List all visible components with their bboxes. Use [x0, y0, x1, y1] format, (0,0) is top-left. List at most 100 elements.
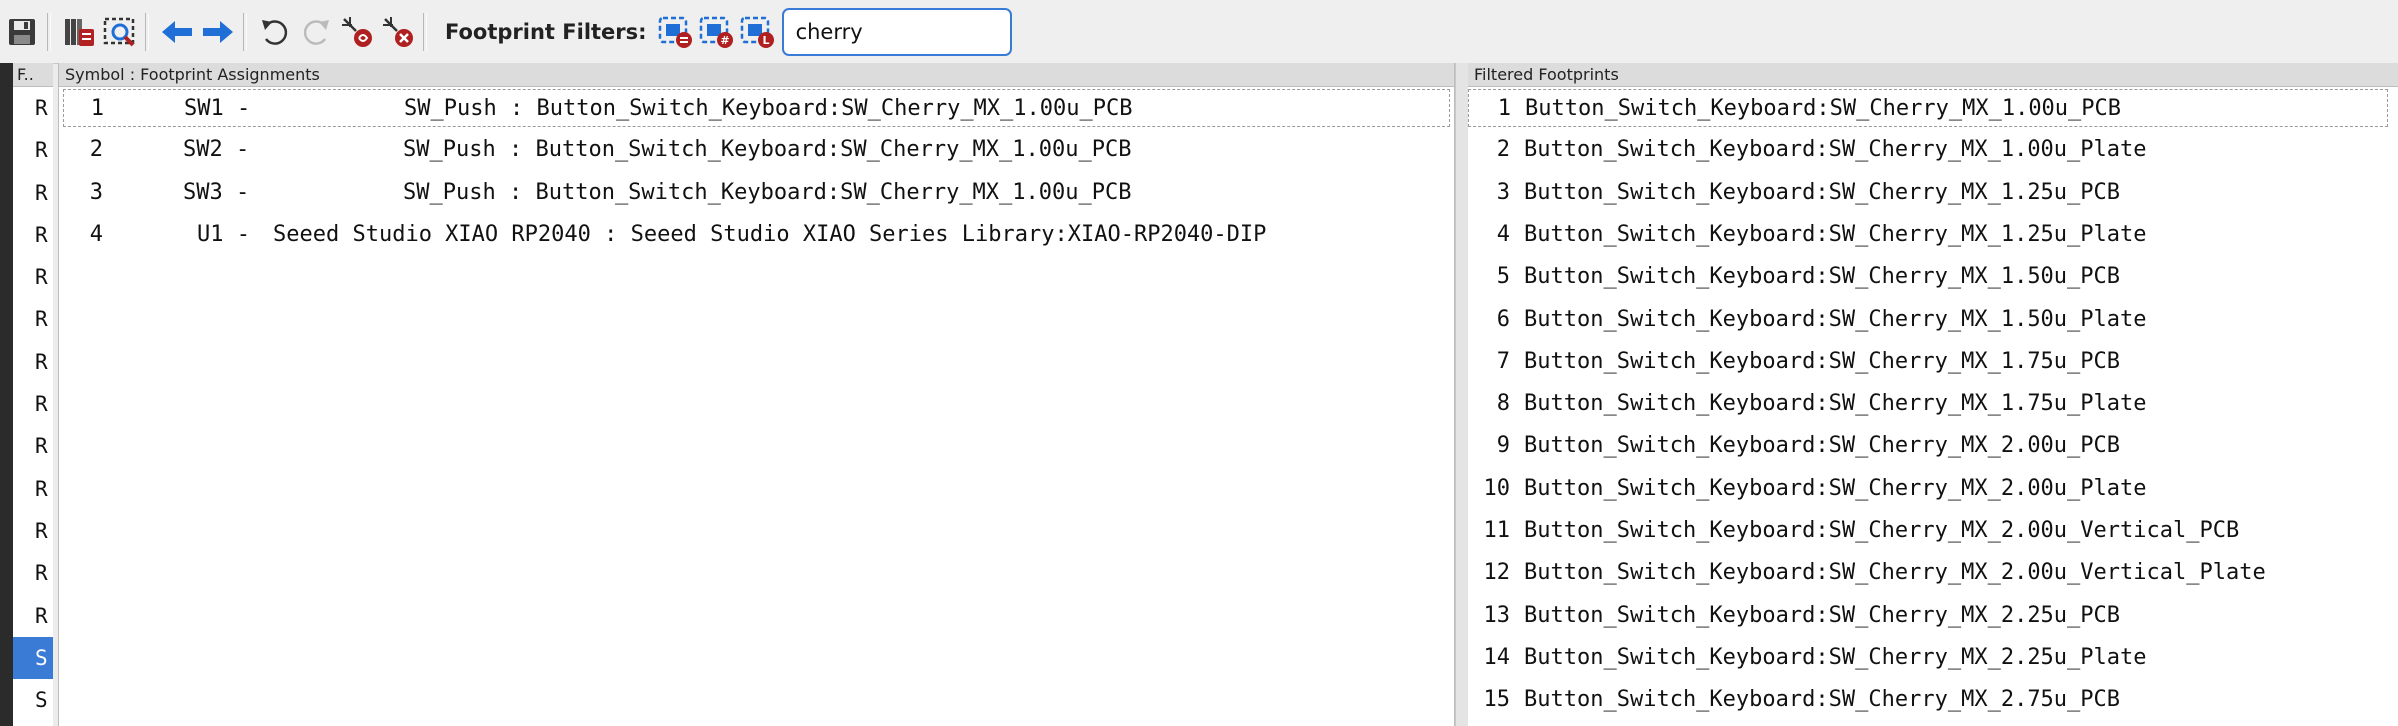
main-toolbar: Footprint Filters: # L — [0, 0, 2398, 64]
filtered-footprint-row[interactable]: 3 Button_Switch_Keyboard:SW_Cherry_MX_1.2… — [1468, 174, 2388, 212]
assignment-footprint: Button_Switch_Keyboard:SW_Cherry_MX_1.00… — [536, 96, 1133, 121]
footprint-name: Button_Switch_Keyboard:SW_Cherry_MX_2.00… — [1524, 433, 2121, 459]
libraries-header: F.. — [13, 63, 53, 87]
undo-icon[interactable] — [256, 11, 294, 53]
toolbar-separator — [243, 12, 247, 51]
assignment-row[interactable]: 3 SW3 - SW_Push : Button_Switch_Keyboard:S… — [63, 174, 1450, 212]
filtered-footprint-row[interactable]: 6 Button_Switch_Keyboard:SW_Cherry_MX_1.5… — [1468, 301, 2388, 339]
library-list-item[interactable]: R — [13, 256, 53, 298]
toolbar-separator — [423, 12, 427, 51]
footprint-number: 8 — [1496, 391, 1510, 417]
assignment-value: SW_Push — [403, 179, 496, 205]
library-list-item[interactable]: R — [13, 214, 53, 256]
library-list-item[interactable]: R — [13, 425, 53, 467]
assignment-row[interactable]: 2 SW2 - SW_Push : Button_Switch_Keyboard:S… — [63, 131, 1450, 169]
assignment-value: Seeed Studio XIAO RP2040 — [273, 221, 591, 247]
filtered-footprint-row[interactable]: 8 Button_Switch_Keyboard:SW_Cherry_MX_1.7… — [1468, 385, 2388, 423]
filtered-footprint-row[interactable]: 9 Button_Switch_Keyboard:SW_Cherry_MX_2.0… — [1468, 427, 2388, 465]
footprint-number: 3 — [1496, 179, 1510, 205]
assignment-separator: : — [495, 179, 536, 205]
filtered-footprint-row[interactable]: 14 Button_Switch_Keyboard:SW_Cherry_MX_2.… — [1468, 639, 2388, 677]
library-list-item[interactable]: R — [13, 341, 53, 383]
filtered-footprint-row[interactable]: 2 Button_Switch_Keyboard:SW_Cherry_MX_1.0… — [1468, 131, 2388, 169]
footprint-name: Button_Switch_Keyboard:SW_Cherry_MX_1.75… — [1524, 391, 2147, 417]
library-list-item[interactable]: R — [13, 552, 53, 594]
library-table-icon[interactable] — [60, 11, 98, 53]
toolbar-separator — [47, 12, 51, 51]
assignments-list[interactable]: 1 SW1 - SW_Push : Button_Switch_Keyboard:S… — [59, 87, 1454, 726]
library-list-item[interactable]: S — [13, 636, 53, 680]
library-list-item[interactable]: R — [13, 595, 53, 637]
footprint-name: Button_Switch_Keyboard:SW_Cherry_MX_2.00… — [1524, 518, 2240, 543]
footprint-number: 2 — [1496, 137, 1510, 163]
filtered-footprint-row[interactable]: 11 Button_Switch_Keyboard:SW_Cherry_MX_2.… — [1468, 512, 2388, 550]
filtered-footprint-row[interactable]: 7 Button_Switch_Keyboard:SW_Cherry_MX_1.7… — [1468, 343, 2388, 381]
library-list-item[interactable]: R — [13, 298, 53, 340]
footprint-name: Button_Switch_Keyboard:SW_Cherry_MX_2.00… — [1524, 475, 2147, 501]
library-list-item[interactable]: R — [13, 87, 53, 129]
assignment-separator: : — [495, 137, 536, 163]
library-list-item[interactable]: S — [13, 679, 53, 721]
footprint-name: Button_Switch_Keyboard:SW_Cherry_MX_1.00… — [1524, 137, 2147, 163]
save-icon[interactable] — [3, 11, 41, 53]
redo-icon[interactable] — [297, 11, 335, 53]
filtered-footprint-row[interactable]: 10 Button_Switch_Keyboard:SW_Cherry_MX_2.… — [1468, 470, 2388, 508]
footprint-name: Button_Switch_Keyboard:SW_Cherry_MX_2.75… — [1524, 687, 2121, 713]
panel-splitter[interactable] — [1455, 63, 1469, 726]
assignment-number: 2 — [89, 137, 103, 163]
svg-text:L: L — [762, 34, 769, 47]
filtered-footprint-row[interactable]: 12 Button_Switch_Keyboard:SW_Cherry_MX_2.… — [1468, 554, 2388, 592]
assignment-row[interactable]: 1 SW1 - SW_Push : Button_Switch_Keyboard:S… — [63, 89, 1450, 127]
footprint-name: Button_Switch_Keyboard:SW_Cherry_MX_2.25… — [1524, 602, 2121, 628]
assignment-reference: U1 - — [197, 221, 250, 247]
previous-arrow-icon[interactable] — [158, 11, 196, 53]
libraries-panel: F.. RRRRRRRRRRRRRSS — [13, 63, 53, 726]
footprint-number: 14 — [1483, 644, 1511, 670]
filtered-footprints-list[interactable]: 1 Button_Switch_Keyboard:SW_Cherry_MX_1.0… — [1468, 87, 2398, 726]
filter-by-pin-count-icon[interactable]: # — [697, 11, 735, 53]
library-list-item[interactable]: R — [13, 510, 53, 552]
footprint-number: 11 — [1483, 518, 1511, 543]
window-edge — [0, 63, 13, 726]
filtered-footprints-panel: Filtered Footprints 1 Button_Switch_Keybo… — [1468, 63, 2398, 726]
libraries-list[interactable]: RRRRRRRRRRRRRSS — [13, 87, 53, 726]
assignment-reference: SW3 - — [183, 179, 250, 205]
filter-by-keywords-icon[interactable] — [656, 11, 694, 53]
assignments-header: Symbol : Footprint Assignments — [59, 63, 1454, 87]
footprint-number: 15 — [1483, 687, 1511, 713]
footprint-filter-search-input[interactable] — [781, 7, 1012, 56]
footprint-number: 13 — [1483, 602, 1511, 628]
footprint-name: Button_Switch_Keyboard:SW_Cherry_MX_1.50… — [1524, 264, 2121, 290]
filtered-footprint-row[interactable]: 5 Button_Switch_Keyboard:SW_Cherry_MX_1.5… — [1468, 258, 2388, 296]
footprint-number: 9 — [1496, 433, 1510, 459]
assignment-value: SW_Push — [403, 137, 496, 163]
footprint-name: Button_Switch_Keyboard:SW_Cherry_MX_1.00… — [1525, 96, 2122, 121]
toolbar-separator — [145, 12, 149, 51]
assignment-number: 3 — [89, 179, 103, 205]
assignment-separator: : — [590, 221, 631, 247]
filtered-footprint-row[interactable]: 1 Button_Switch_Keyboard:SW_Cherry_MX_1.0… — [1468, 89, 2388, 127]
footprint-name: Button_Switch_Keyboard:SW_Cherry_MX_1.25… — [1524, 221, 2147, 247]
assignment-row[interactable]: 4 U1 - Seeed Studio XIAO RP2040 : Seeed St… — [63, 216, 1450, 254]
filtered-footprint-row[interactable]: 4 Button_Switch_Keyboard:SW_Cherry_MX_1.2… — [1468, 216, 2388, 254]
footprint-name: Button_Switch_Keyboard:SW_Cherry_MX_1.25… — [1524, 179, 2121, 205]
library-list-item[interactable]: R — [13, 383, 53, 425]
assignment-number: 1 — [90, 96, 104, 121]
filter-by-library-icon[interactable]: L — [738, 11, 776, 53]
assignment-footprint: Button_Switch_Keyboard:SW_Cherry_MX_1.00… — [535, 137, 1132, 163]
filtered-footprint-row[interactable]: 13 Button_Switch_Keyboard:SW_Cherry_MX_2.… — [1468, 597, 2388, 635]
auto-associate-icon[interactable] — [338, 11, 376, 53]
footprint-name: Button_Switch_Keyboard:SW_Cherry_MX_1.75… — [1524, 348, 2121, 374]
assignment-number: 4 — [89, 221, 103, 247]
library-list-item[interactable]: R — [13, 129, 53, 171]
assignment-reference: SW1 - — [184, 96, 251, 121]
delete-associations-icon[interactable] — [379, 11, 417, 53]
assignment-reference: SW2 - — [183, 137, 250, 163]
view-footprint-icon[interactable] — [101, 11, 139, 53]
filtered-footprint-row[interactable]: 15 Button_Switch_Keyboard:SW_Cherry_MX_2.… — [1468, 681, 2388, 719]
footprint-number: 7 — [1496, 348, 1510, 374]
next-arrow-icon[interactable] — [199, 11, 237, 53]
footprint-number: 1 — [1497, 96, 1511, 121]
library-list-item[interactable]: R — [13, 468, 53, 510]
library-list-item[interactable]: R — [13, 172, 53, 214]
